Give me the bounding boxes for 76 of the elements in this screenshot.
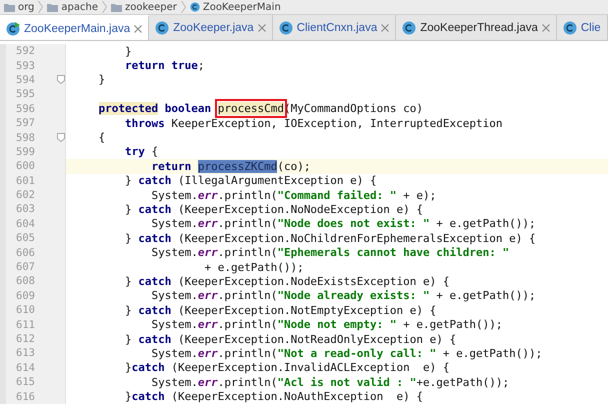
fold-icon[interactable] <box>57 75 65 84</box>
line-number: 612 <box>16 333 35 345</box>
line-number: 611 <box>16 318 35 331</box>
line-number: 610 <box>16 304 35 316</box>
line-number: 602 <box>16 189 35 202</box>
line-number: 600 <box>16 160 35 172</box>
line-number: 616 <box>16 390 35 403</box>
class-icon <box>155 20 170 34</box>
code-line: } catch (KeeperException.NotEmptyException e) { <box>124 304 436 317</box>
class-icon <box>562 20 577 34</box>
code-line: } catch (KeeperException.NodeExistsException e) { <box>124 274 450 288</box>
line-number: 593 <box>16 60 35 72</box>
code-line: { <box>98 131 106 144</box>
class-run-icon <box>6 22 20 36</box>
code-line: }catch (KeeperException.NoAuthException e) { <box>124 390 424 404</box>
fold-icon[interactable] <box>57 133 65 142</box>
code-line: } <box>98 73 106 86</box>
folder-icon <box>47 2 58 12</box>
file-tab[interactable]: ZooKeeperThread.java <box>396 15 557 40</box>
file-tab[interactable]: ZooKeeper.java <box>149 15 273 40</box>
chevron-icon <box>38 1 44 13</box>
code-line: try { <box>124 145 158 158</box>
line-number: 592 <box>16 45 35 58</box>
line-number: 605 <box>16 232 35 244</box>
line-number: 595 <box>16 88 35 100</box>
line-number: 597 <box>16 117 35 130</box>
code-line: return processZKCmd(co); <box>150 160 310 173</box>
line-number: 607 <box>16 261 35 274</box>
line-number: 606 <box>16 246 35 259</box>
code-line: } catch (KeeperException.NoChildrenForEphemeralsException e) { <box>124 232 536 245</box>
breadcrumb-item[interactable]: org <box>18 2 34 12</box>
line-number: 603 <box>16 203 35 216</box>
code-line: System.err.println("Node does not exist: " + e.getPath()); <box>150 217 536 230</box>
breadcrumb-item[interactable]: ZooKeeperMain <box>202 2 281 12</box>
folder-icon <box>4 2 15 12</box>
file-tab[interactable]: ClientCnxn.java <box>272 15 396 40</box>
code-line: System.err.println("Node not empty: " + e.getPath()); <box>150 318 503 332</box>
line-number: 594 <box>16 74 35 86</box>
breadcrumb-item[interactable]: zookeeper <box>125 2 177 12</box>
code-line: System.err.println("Node already exists: " + e.getPath()); <box>150 289 536 302</box>
code-line: } <box>124 44 132 58</box>
code-line: }catch (KeeperException.InvalidACLException e) { <box>124 361 450 374</box>
code-line: } catch (KeeperException.NoNodeException e) { <box>124 202 424 216</box>
code-line: + e.getPath()); <box>203 260 304 274</box>
line-number: 608 <box>16 275 35 288</box>
line-number: 604 <box>16 218 35 230</box>
close-icon[interactable] <box>258 24 266 32</box>
class-icon <box>190 2 200 12</box>
code-line: protected boolean processCmd(MyCommandOptions co) <box>98 102 424 116</box>
line-number: 601 <box>16 174 35 187</box>
code-line: System.err.println("Acl is not valid : "+e.getPath()); <box>150 376 510 389</box>
code-line: return true; <box>124 59 204 72</box>
code-line: System.err.println("Ephemerals cannot have children: " <box>150 246 510 260</box>
chevron-icon <box>180 1 186 13</box>
line-number: 598 <box>16 132 35 144</box>
code-line: throws KeeperException, IOException, InterruptedException <box>124 116 502 130</box>
line-number: 599 <box>16 146 35 158</box>
line-number: 609 <box>16 290 35 302</box>
line-number: 614 <box>16 362 35 374</box>
close-icon[interactable] <box>381 24 390 32</box>
breadcrumb-item[interactable]: apache <box>61 2 98 12</box>
close-icon[interactable] <box>542 24 550 32</box>
code-line: System.err.println("Not a read-only call: " + e.getPath()); <box>150 346 542 360</box>
class-icon <box>278 20 293 34</box>
code-line: } catch (IllegalArgumentException e) { <box>124 174 377 188</box>
line-number: 615 <box>16 376 35 388</box>
file-tab[interactable]: ZooKeeperMain.java <box>0 15 150 40</box>
line-number: 596 <box>16 102 35 115</box>
code-line: System.err.println("Command failed: " + e); <box>150 188 436 202</box>
folder-icon <box>111 2 122 12</box>
file-tab[interactable]: Clie <box>556 15 608 40</box>
code-line: } catch (KeeperException.NotReadOnlyException e) { <box>124 332 456 346</box>
class-icon <box>402 20 416 34</box>
close-icon[interactable] <box>134 24 142 32</box>
line-number: 613 <box>16 347 35 360</box>
chevron-icon <box>102 1 107 13</box>
